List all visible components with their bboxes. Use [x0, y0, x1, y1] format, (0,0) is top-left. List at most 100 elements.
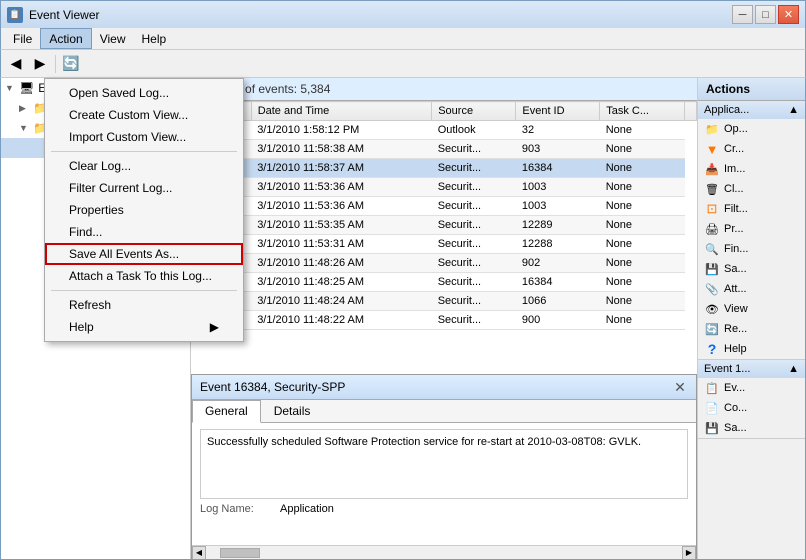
- table-row[interactable]: i 3/1/2010 11:48:22 AM Securit... 900 No…: [192, 311, 697, 330]
- dropdown-create-custom-view[interactable]: Create Custom View...: [45, 104, 243, 126]
- detail-close-button[interactable]: ✕: [672, 379, 688, 395]
- action-create[interactable]: ▼ Cr...: [698, 139, 805, 159]
- action-save2[interactable]: 💾 Sa...: [698, 418, 805, 438]
- hscroll-thumb[interactable]: [220, 548, 260, 558]
- table-row[interactable]: i 3/1/2010 11:53:36 AM Securit... 1003 N…: [192, 197, 697, 216]
- action-save[interactable]: 💾 Sa...: [698, 259, 805, 279]
- hscroll[interactable]: ◀ ▶: [192, 545, 696, 559]
- minimize-button[interactable]: ─: [732, 5, 753, 24]
- action-create-label: Cr...: [724, 143, 744, 155]
- action-filter[interactable]: ⊡ Filt...: [698, 199, 805, 219]
- dropdown-open-saved-log[interactable]: Open Saved Log...: [45, 82, 243, 104]
- dropdown-attach-task[interactable]: Attach a Task To this Log...: [45, 265, 243, 287]
- tree-icon-root: 🖥: [19, 81, 34, 95]
- menu-action[interactable]: Action: [40, 28, 91, 49]
- cell-eventid: 16384: [516, 159, 600, 178]
- action-attach[interactable]: 📎 Att...: [698, 279, 805, 299]
- cell-eventid: 12289: [516, 216, 600, 235]
- tab-general[interactable]: General: [192, 400, 261, 423]
- event-icon: 📋: [704, 380, 720, 396]
- cell-eventid: 900: [516, 311, 600, 330]
- cell-task: None: [600, 140, 685, 159]
- save-icon: 💾: [704, 261, 720, 277]
- menu-file[interactable]: File: [5, 28, 40, 49]
- action-event-view[interactable]: 📋 Ev...: [698, 378, 805, 398]
- cell-task: None: [600, 121, 685, 140]
- action-open-label: Op...: [724, 123, 748, 135]
- center-panel: Number of events: 5,384 Level Date and T…: [191, 78, 697, 559]
- table-row[interactable]: i 3/1/2010 11:53:35 AM Securit... 12289 …: [192, 216, 697, 235]
- tab-details[interactable]: Details: [261, 400, 324, 422]
- action-view-label: View: [724, 303, 748, 315]
- cell-datetime: 3/1/2010 11:58:38 AM: [251, 140, 432, 159]
- cell-eventid: 902: [516, 254, 600, 273]
- back-button[interactable]: ◀: [5, 53, 27, 75]
- action-open[interactable]: 📁 Op...: [698, 119, 805, 139]
- section-header-event[interactable]: Event 1... ▲: [698, 360, 805, 378]
- dropdown-find[interactable]: Find...: [45, 221, 243, 243]
- right-panel: Actions Applica... ▲ 📁 Op... ▼ Cr... 📥 I…: [697, 78, 805, 559]
- action-copy[interactable]: 📄 Co...: [698, 398, 805, 418]
- cell-datetime: 3/1/2010 11:58:37 AM: [251, 159, 432, 178]
- menu-view[interactable]: View: [92, 28, 134, 49]
- find-icon: 🔍: [704, 241, 720, 257]
- detail-log-label: Log Name:: [200, 503, 280, 515]
- hscroll-right[interactable]: ▶: [682, 546, 696, 560]
- import-icon: 📥: [704, 161, 720, 177]
- action-find-label: Fin...: [724, 243, 748, 255]
- table-row[interactable]: i 3/1/2010 11:53:36 AM Securit... 1003 N…: [192, 178, 697, 197]
- action-print[interactable]: 🖨 Pr...: [698, 219, 805, 239]
- close-button[interactable]: ✕: [778, 5, 799, 24]
- forward-button[interactable]: ▶: [29, 53, 51, 75]
- action-help[interactable]: ? Help: [698, 339, 805, 359]
- dropdown-clear-log[interactable]: Clear Log...: [45, 155, 243, 177]
- cell-datetime: 3/1/2010 1:58:12 PM: [251, 121, 432, 140]
- maximize-button[interactable]: □: [755, 5, 776, 24]
- cell-datetime: 3/1/2010 11:53:36 AM: [251, 197, 432, 216]
- hscroll-left[interactable]: ◀: [192, 546, 206, 560]
- table-row[interactable]: i 3/1/2010 11:58:37 AM Securit... 16384 …: [192, 159, 697, 178]
- collapse-icon-app: ▲: [788, 104, 799, 116]
- refresh-button[interactable]: 🔄: [60, 53, 82, 75]
- action-view[interactable]: 👁 View: [698, 299, 805, 319]
- cell-task: None: [600, 178, 685, 197]
- detail-log-field: Log Name: Application: [200, 503, 688, 515]
- dropdown-sep-1: [51, 151, 237, 152]
- cell-eventid: 1003: [516, 178, 600, 197]
- detail-text: Successfully scheduled Software Protecti…: [207, 436, 641, 448]
- dropdown-help-label: Help: [69, 320, 94, 334]
- cell-task: None: [600, 159, 685, 178]
- table-row[interactable]: i 3/1/2010 11:53:31 AM Securit... 12288 …: [192, 235, 697, 254]
- dropdown-help[interactable]: Help ▶: [45, 316, 243, 338]
- dropdown-properties[interactable]: Properties: [45, 199, 243, 221]
- col-task: Task C...: [600, 102, 685, 121]
- table-row[interactable]: i 3/1/2010 11:48:24 AM Securit... 1066 N…: [192, 292, 697, 311]
- cell-eventid: 16384: [516, 273, 600, 292]
- cell-eventid: 903: [516, 140, 600, 159]
- attach-icon: 📎: [704, 281, 720, 297]
- action-print-label: Pr...: [724, 223, 744, 235]
- table-row[interactable]: i 3/1/2010 1:58:12 PM Outlook 32 None: [192, 121, 697, 140]
- action-refresh[interactable]: 🔄 Re...: [698, 319, 805, 339]
- action-import[interactable]: 📥 Im...: [698, 159, 805, 179]
- table-row[interactable]: i 3/1/2010 11:48:25 AM Securit... 16384 …: [192, 273, 697, 292]
- cell-source: Securit...: [432, 292, 516, 311]
- action-find[interactable]: 🔍 Fin...: [698, 239, 805, 259]
- dropdown-filter-current-log[interactable]: Filter Current Log...: [45, 177, 243, 199]
- action-clear-label: Cl...: [724, 183, 744, 195]
- title-text: Event Viewer: [29, 8, 99, 22]
- table-row[interactable]: i 3/1/2010 11:58:38 AM Securit... 903 No…: [192, 140, 697, 159]
- action-clear[interactable]: 🗑 Cl...: [698, 179, 805, 199]
- detail-tabs: General Details: [192, 400, 696, 423]
- dropdown-refresh[interactable]: Refresh: [45, 294, 243, 316]
- dropdown-save-all-events[interactable]: Save All Events As...: [45, 243, 243, 265]
- table-row[interactable]: i 3/1/2010 11:48:26 AM Securit... 902 No…: [192, 254, 697, 273]
- cell-datetime: 3/1/2010 11:48:24 AM: [251, 292, 432, 311]
- cell-task: None: [600, 273, 685, 292]
- menu-help[interactable]: Help: [134, 28, 175, 49]
- cell-source: Securit...: [432, 159, 516, 178]
- actions-header: Actions: [698, 78, 805, 101]
- section-header-app[interactable]: Applica... ▲: [698, 101, 805, 119]
- dropdown-import-custom-view[interactable]: Import Custom View...: [45, 126, 243, 148]
- cell-task: None: [600, 235, 685, 254]
